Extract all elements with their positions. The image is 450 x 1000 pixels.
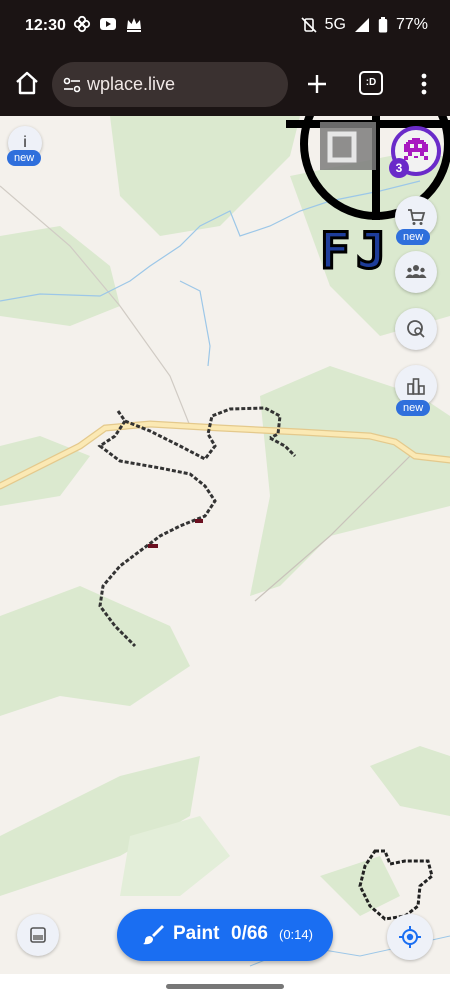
pixel-art-text: FJ — [318, 221, 393, 282]
store-new-badge: new — [396, 229, 431, 245]
paint-button[interactable]: Paint 0/66 (0:14) — [117, 909, 333, 961]
vibrate-off-icon — [301, 17, 317, 33]
youtube-icon — [99, 15, 117, 33]
new-tab-button[interactable] — [303, 70, 331, 98]
signal-icon — [354, 17, 370, 33]
status-right: 5G 77% — [301, 16, 428, 34]
status-bar: 12:30 5G 77% — [0, 0, 450, 54]
cart-icon — [408, 209, 426, 225]
site-settings-icon[interactable] — [62, 75, 82, 95]
battery-percent: 77% — [395, 16, 428, 33]
info-new-badge: new — [7, 150, 42, 166]
status-time: 12:30 — [25, 17, 66, 34]
more-vert-icon — [421, 73, 427, 95]
paint-cooldown-timer: (0:14) — [279, 927, 313, 942]
pinwheel-icon — [73, 15, 91, 33]
overflow-menu-button[interactable] — [414, 70, 434, 98]
home-button[interactable] — [12, 68, 42, 98]
group-icon — [405, 265, 427, 278]
gesture-handle[interactable] — [166, 984, 284, 989]
leaderboard-icon — [407, 378, 425, 395]
battery-icon — [378, 17, 388, 33]
palette-icon — [30, 927, 46, 943]
gesture-nav-bar — [0, 974, 450, 1000]
url-text[interactable]: wplace.live — [87, 74, 175, 95]
paint-charges-count: 0/66 — [231, 923, 268, 944]
home-icon — [16, 71, 38, 95]
notification-count-badge: 3 — [389, 158, 409, 178]
notification-icons — [73, 15, 143, 33]
network-type: 5G — [324, 16, 346, 33]
my-location-icon — [399, 926, 421, 948]
search-map-icon — [407, 320, 425, 338]
pixel-grid-button[interactable] — [17, 914, 59, 956]
tab-switcher-button[interactable]: :D — [359, 71, 383, 95]
browser-toolbar: wplace.live :D — [0, 54, 450, 116]
leaderboard-new-badge: new — [396, 400, 431, 416]
groups-button[interactable] — [395, 251, 437, 293]
address-bar[interactable]: wplace.live — [52, 62, 288, 107]
paintbrush-icon — [143, 925, 164, 945]
my-location-button[interactable] — [387, 914, 433, 960]
map-canvas[interactable]: FJ i new new new — [0, 116, 450, 974]
plus-icon — [308, 75, 326, 93]
crown-icon — [125, 15, 143, 33]
paint-label: Paint — [173, 923, 220, 944]
explore-button[interactable] — [395, 308, 437, 350]
